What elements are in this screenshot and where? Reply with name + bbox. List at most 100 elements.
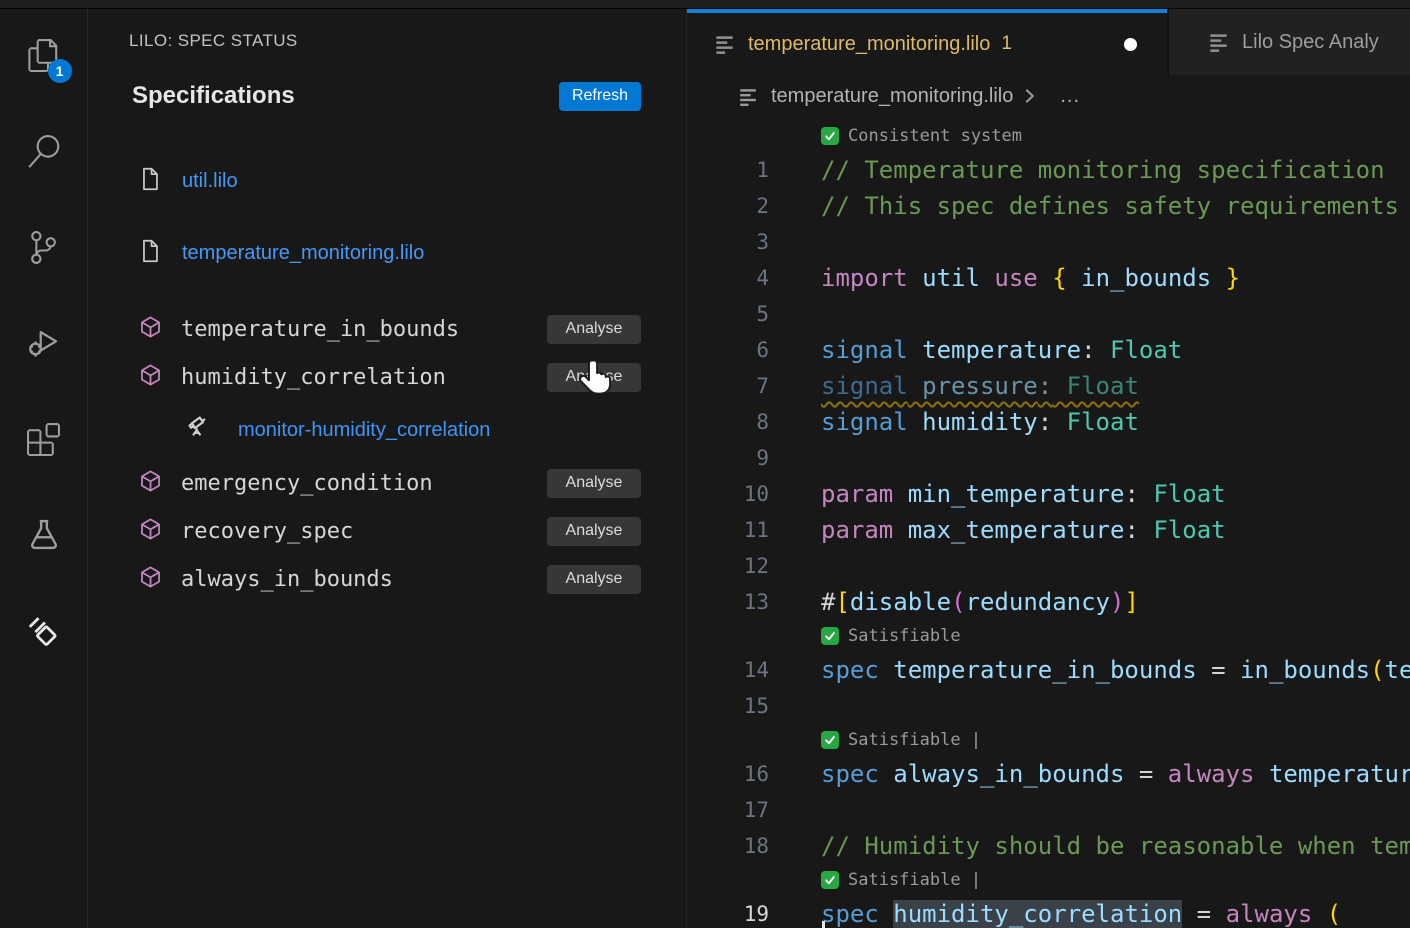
file-item[interactable]: temperature_monitoring.lilo: [89, 233, 686, 273]
refresh-button[interactable]: Refresh: [559, 82, 641, 111]
unsaved-dot-icon[interactable]: [1124, 38, 1137, 51]
spec-item[interactable]: temperature_in_boundsAnalyse: [89, 305, 686, 353]
codelens-annotation[interactable]: Satisfiable |: [687, 724, 1410, 756]
code-line-text: signal humidity: Float: [821, 404, 1139, 440]
codelens-text: Satisfiable |: [848, 730, 981, 750]
spec-list: temperature_in_boundsAnalysehumidity_cor…: [89, 305, 686, 603]
tab-title: Lilo Spec Analy: [1242, 31, 1379, 54]
file-lines-icon: [713, 32, 735, 56]
monitor-link[interactable]: monitor-humidity_correlation: [238, 419, 490, 442]
lilo-icon: [26, 614, 61, 649]
tab-problem-count: 1: [1001, 33, 1012, 55]
cube-icon: [138, 564, 181, 595]
analyse-button[interactable]: Analyse: [547, 363, 641, 392]
spec-item[interactable]: emergency_conditionAnalyse: [89, 459, 686, 507]
line-number: 16: [687, 756, 769, 792]
code-line-text: spec humidity_correlation = always (: [821, 896, 1341, 928]
telescope-icon: [186, 413, 238, 448]
line-number: 8: [687, 404, 769, 440]
file-icon: [138, 237, 182, 270]
activity-item-testing[interactable]: [24, 515, 64, 555]
code-line-text: // Temperature monitoring specification: [821, 152, 1385, 188]
activity-item-search[interactable]: [24, 131, 64, 171]
code-line: 6 signal temperature: Float: [687, 332, 1410, 368]
code-line: 18// Humidity should be reasonable when …: [687, 828, 1410, 864]
code-line: 16 spec always_in_bounds = always tempera…: [687, 756, 1410, 792]
spec-name: humidity_correlation: [181, 365, 547, 390]
line-number: 19: [687, 896, 769, 928]
line-number: 10: [687, 476, 769, 512]
code-line: 17: [687, 792, 1410, 828]
analyse-button[interactable]: Analyse: [547, 315, 641, 344]
code-line: 2// This spec defines safety requirement…: [687, 188, 1410, 224]
code-line: 15: [687, 688, 1410, 724]
extensions-icon: [27, 423, 60, 456]
check-icon: [821, 627, 839, 645]
lilo-spec-status-sidebar: LILO: SPEC STATUS Specifications Refresh…: [89, 9, 686, 928]
code-editor[interactable]: Consistent system1// Temperature monitor…: [687, 117, 1410, 928]
spec-item[interactable]: always_in_boundsAnalyse: [89, 555, 686, 603]
activity-item-source-control[interactable]: [24, 227, 64, 267]
line-number: 13: [687, 584, 769, 620]
check-icon: [821, 871, 839, 889]
line-number: 15: [687, 688, 769, 724]
file-lines-icon: [737, 85, 758, 108]
code-line: 11 param max_temperature: Float: [687, 512, 1410, 548]
explorer-count-badge: 1: [48, 59, 72, 83]
breadcrumb-more[interactable]: ...: [1060, 85, 1080, 108]
file-lines-icon: [1207, 30, 1229, 54]
monitor-item[interactable]: monitor-humidity_correlation: [89, 401, 686, 459]
codelens-text: Satisfiable: [848, 626, 961, 646]
cube-icon: [138, 362, 181, 393]
line-number: 17: [687, 792, 769, 828]
code-line-text: // This spec defines safety requirements: [821, 188, 1399, 224]
spec-name: temperature_in_bounds: [181, 317, 547, 342]
activity-item-lilo[interactable]: [24, 611, 64, 651]
code-line-text: #[disable(redundancy)]: [821, 584, 1139, 620]
breadcrumb-file[interactable]: temperature_monitoring.lilo: [771, 85, 1013, 108]
analyse-button[interactable]: Analyse: [547, 565, 641, 594]
activity-item-run-debug[interactable]: [24, 323, 64, 363]
line-number: 3: [687, 224, 769, 260]
code-line-text: param max_temperature: Float: [821, 512, 1226, 548]
file-link[interactable]: util.lilo: [182, 170, 238, 193]
tab-bar: temperature_monitoring.lilo 1 Lilo Spec …: [687, 9, 1410, 75]
source-control-icon: [27, 231, 60, 264]
code-line: 8 signal humidity: Float: [687, 404, 1410, 440]
cube-icon: [138, 468, 181, 499]
tab-temperature-monitoring[interactable]: temperature_monitoring.lilo 1: [687, 9, 1167, 75]
line-number: 11: [687, 512, 769, 548]
cube-icon: [138, 516, 181, 547]
activity-item-extensions[interactable]: [24, 419, 64, 459]
codelens-annotation[interactable]: Consistent system: [687, 120, 1410, 152]
run-debug-icon: [27, 326, 61, 360]
codelens-text: Satisfiable |: [848, 870, 981, 890]
breadcrumb: temperature_monitoring.lilo ...: [687, 75, 1410, 117]
code-line: 12: [687, 548, 1410, 584]
activity-item-explorer[interactable]: 1: [24, 35, 64, 75]
warning-squiggle: signal pressure: Float: [821, 372, 1139, 400]
spec-name: always_in_bounds: [181, 567, 547, 592]
file-icon: [138, 165, 182, 198]
file-item[interactable]: util.lilo: [89, 161, 686, 201]
file-link[interactable]: temperature_monitoring.lilo: [182, 242, 424, 265]
line-number: 4: [687, 260, 769, 296]
codelens-annotation[interactable]: Satisfiable |: [687, 864, 1410, 896]
code-line-text: spec always_in_bounds = always temperatu…: [821, 756, 1410, 792]
codelens-annotation[interactable]: Satisfiable: [687, 620, 1410, 652]
code-line: 4 import util use { in_bounds }: [687, 260, 1410, 296]
sidebar-view-title: LILO: SPEC STATUS: [89, 31, 686, 51]
tab-lilo-spec-analysis[interactable]: Lilo Spec Analy: [1167, 9, 1410, 75]
analyse-button[interactable]: Analyse: [547, 517, 641, 546]
spec-item[interactable]: recovery_specAnalyse: [89, 507, 686, 555]
check-icon: [821, 731, 839, 749]
code-line: 13 #[disable(redundancy)]: [687, 584, 1410, 620]
line-number: 12: [687, 548, 769, 584]
line-number: 5: [687, 296, 769, 332]
code-line-text: signal temperature: Float: [821, 332, 1182, 368]
analyse-button[interactable]: Analyse: [547, 469, 641, 498]
line-number: 6: [687, 332, 769, 368]
activity-bar: 1: [0, 9, 88, 928]
code-line-text: import util use { in_bounds }: [821, 260, 1240, 296]
spec-item[interactable]: humidity_correlationAnalyse: [89, 353, 686, 401]
